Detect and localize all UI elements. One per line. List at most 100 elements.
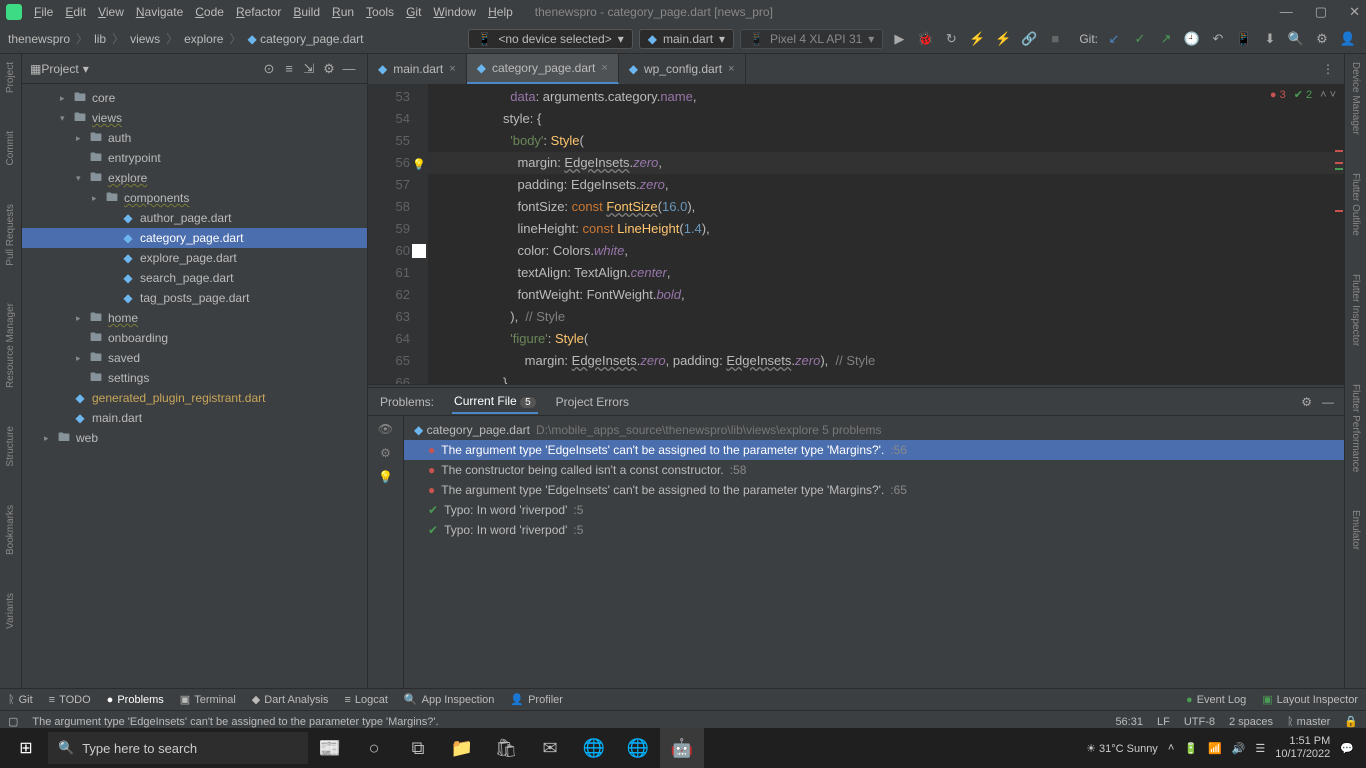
taskbar-search[interactable]: 🔍Type here to search (48, 732, 308, 764)
explorer-icon[interactable]: 📁 (440, 728, 484, 768)
project-view-label[interactable]: Project (41, 62, 78, 76)
tab-category_page-dart[interactable]: ◆category_page.dart× (467, 54, 619, 84)
tree-node-tag_posts_page-dart[interactable]: ◆tag_posts_page.dart (22, 288, 367, 308)
battery-icon[interactable]: 🔋 (1184, 742, 1198, 755)
tray-up-icon[interactable]: ˄ (1168, 742, 1174, 754)
tool-flutter-inspector[interactable]: Flutter Inspector (1350, 270, 1361, 350)
weather-widget[interactable]: ☀ 31°C Sunny (1086, 742, 1158, 755)
bulb-icon[interactable]: 💡 (378, 470, 393, 484)
bottom-app-inspection[interactable]: 🔍App Inspection (404, 693, 494, 706)
error-stripe[interactable] (1334, 84, 1344, 384)
system-tray[interactable]: ☀ 31°C Sunny ˄ 🔋 📶 🔊 ☰ 1:51 PM 10/17/202… (1086, 735, 1362, 761)
bottom-logcat[interactable]: ≡Logcat (344, 694, 387, 706)
expand-icon[interactable]: ≡ (279, 59, 299, 79)
current-file-tab[interactable]: Current File 5 (452, 390, 538, 414)
menu-edit[interactable]: Edit (61, 3, 90, 21)
git-history-button[interactable]: 🕘 (1182, 29, 1202, 49)
git-push-button[interactable]: ↗ (1156, 29, 1176, 49)
bottom-layout-inspector[interactable]: ▣Layout Inspector (1262, 693, 1358, 706)
menu-file[interactable]: File (30, 3, 57, 21)
menu-build[interactable]: Build (289, 3, 324, 21)
close-button[interactable]: ✕ (1349, 4, 1360, 20)
profile-button[interactable]: ⚡ (967, 29, 987, 49)
wifi-icon[interactable]: 📶 (1208, 742, 1222, 755)
debug-button[interactable]: 🐞 (915, 29, 935, 49)
bottom-event-log[interactable]: ●Event Log (1186, 694, 1246, 706)
android-studio-icon[interactable]: 🤖 (660, 728, 704, 768)
tree-node-views[interactable]: ▾🖿views (22, 108, 367, 128)
attach-button[interactable]: 🔗 (1019, 29, 1039, 49)
problems-settings-icon[interactable]: ⚙ (1301, 395, 1312, 409)
tree-node-search_page-dart[interactable]: ◆search_page.dart (22, 268, 367, 288)
tree-node-web[interactable]: ▸🖿web (22, 428, 367, 448)
problem-item[interactable]: ● The argument type 'EdgeInsets' can't b… (404, 480, 1344, 500)
git-rollback-button[interactable]: ↶ (1208, 29, 1228, 49)
problem-item[interactable]: ✔ Typo: In word 'riverpod' :5 (404, 520, 1344, 540)
news-icon[interactable]: 📰 (308, 728, 352, 768)
run-button[interactable]: ▶ (889, 29, 909, 49)
cortana-icon[interactable]: ○ (352, 728, 396, 768)
tree-node-core[interactable]: ▸🖿core (22, 88, 367, 108)
emulator-selector[interactable]: 📱Pixel 4 XL API 31▾ (740, 29, 883, 49)
avd-manager-button[interactable]: 📱 (1234, 29, 1254, 49)
bottom-problems[interactable]: ●Problems (107, 694, 164, 706)
tool-pull-requests[interactable]: Pull Requests (5, 200, 16, 270)
problems-hide-icon[interactable]: — (1322, 395, 1334, 409)
tree-node-category_page-dart[interactable]: ◆category_page.dart (22, 228, 367, 248)
notification-icon[interactable]: 💬 (1340, 742, 1354, 755)
problems-list[interactable]: ◆ category_page.dartD:\mobile_apps_sourc… (404, 416, 1344, 688)
language-icon[interactable]: ☰ (1255, 742, 1265, 755)
tree-node-entrypoint[interactable]: 🖿entrypoint (22, 148, 367, 168)
sdk-manager-button[interactable]: ⬇ (1260, 29, 1280, 49)
bottom-dart-analysis[interactable]: ◆Dart Analysis (252, 693, 329, 706)
start-button[interactable]: ⊞ (4, 728, 48, 768)
tab-wp_config-dart[interactable]: ◆wp_config.dart× (619, 54, 746, 84)
tree-node-generated_plugin_registrant-dart[interactable]: ◆generated_plugin_registrant.dart (22, 388, 367, 408)
menu-help[interactable]: Help (484, 3, 517, 21)
menu-view[interactable]: View (94, 3, 128, 21)
bottom-terminal[interactable]: ▣Terminal (180, 693, 236, 706)
bottom-todo[interactable]: ≡TODO (49, 694, 91, 706)
stop-button[interactable]: ■ (1045, 29, 1065, 49)
bottom-git[interactable]: ᚱGit (8, 694, 33, 706)
volume-icon[interactable]: 🔊 (1232, 742, 1246, 755)
hot-reload-button[interactable]: ⚡ (993, 29, 1013, 49)
taskview-icon[interactable]: ⧉ (396, 728, 440, 768)
menu-window[interactable]: Window (429, 3, 480, 21)
tree-node-home[interactable]: ▸🖿home (22, 308, 367, 328)
problem-file-header[interactable]: ◆ category_page.dartD:\mobile_apps_sourc… (404, 420, 1344, 440)
tool-flutter-performance[interactable]: Flutter Performance (1350, 380, 1361, 476)
mail-icon[interactable]: ✉ (528, 728, 572, 768)
inspection-widget[interactable]: ● 3 ✔ 2 ˄ ˅ (1270, 88, 1336, 101)
project-errors-tab[interactable]: Project Errors (554, 391, 631, 413)
tool-flutter-outline[interactable]: Flutter Outline (1350, 169, 1361, 240)
tool-bookmarks[interactable]: Bookmarks (5, 501, 16, 559)
code-editor[interactable]: ● 3 ✔ 2 ˄ ˅ 53545556💡5758596061626364656… (368, 84, 1344, 384)
tree-node-explore[interactable]: ▾🖿explore (22, 168, 367, 188)
clock[interactable]: 1:51 PM 10/17/2022 (1275, 735, 1330, 761)
caret-position[interactable]: 56:31 (1115, 716, 1143, 728)
chrome2-icon[interactable]: 🌐 (616, 728, 660, 768)
tool-project[interactable]: Project (5, 58, 16, 97)
settings-icon[interactable]: ⚙ (319, 59, 339, 79)
project-tree[interactable]: ▸🖿core▾🖿views▸🖿auth🖿entrypoint▾🖿explore▸… (22, 84, 367, 688)
tree-node-components[interactable]: ▸🖿components (22, 188, 367, 208)
breadcrumb[interactable]: thenewspro〉lib〉views〉explore〉◆ category_… (8, 30, 363, 47)
tree-node-main-dart[interactable]: ◆main.dart (22, 408, 367, 428)
locate-icon[interactable]: ⊙ (259, 59, 279, 79)
filter-icon[interactable]: ⚙ (380, 446, 391, 460)
indent[interactable]: 2 spaces (1229, 716, 1273, 728)
settings-button[interactable]: ⚙ (1312, 29, 1332, 49)
tool-commit[interactable]: Commit (5, 127, 16, 169)
git-branch[interactable]: ᚱ master (1287, 716, 1330, 728)
tree-node-settings[interactable]: 🖿settings (22, 368, 367, 388)
account-button[interactable]: 👤 (1338, 29, 1358, 49)
view-icon[interactable]: 👁 (378, 422, 393, 436)
tool-structure[interactable]: Structure (5, 422, 16, 471)
tree-node-saved[interactable]: ▸🖿saved (22, 348, 367, 368)
device-selector[interactable]: 📱<no device selected>▾ (468, 29, 632, 49)
hide-icon[interactable]: — (339, 59, 359, 79)
menu-refactor[interactable]: Refactor (232, 3, 285, 21)
tool-variants[interactable]: Variants (5, 589, 16, 633)
tool-device-manager[interactable]: Device Manager (1350, 58, 1361, 139)
